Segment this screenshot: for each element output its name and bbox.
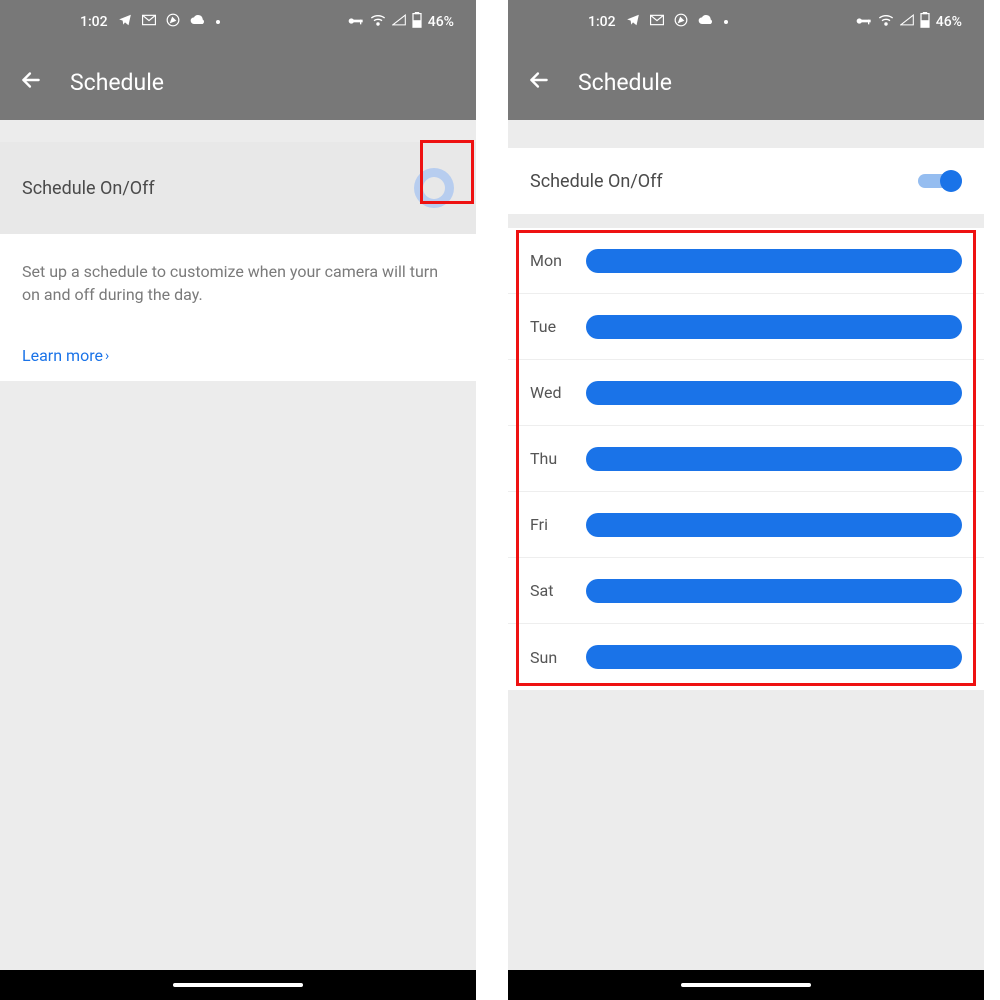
wifi-icon xyxy=(878,14,894,30)
nav-bar[interactable] xyxy=(0,970,476,1000)
telegram-icon xyxy=(118,13,132,31)
telegram-icon xyxy=(626,13,640,31)
divider xyxy=(508,214,984,228)
learn-more-link[interactable]: Learn more › xyxy=(22,346,454,365)
day-label: Mon xyxy=(530,251,570,270)
schedule-toggle-label: Schedule On/Off xyxy=(530,171,663,192)
day-row-mon[interactable]: Mon xyxy=(508,228,984,294)
status-left: 1:02 xyxy=(588,13,728,31)
day-bar[interactable] xyxy=(586,249,962,273)
day-bar[interactable] xyxy=(586,381,962,405)
day-bar[interactable] xyxy=(586,513,962,537)
day-bar[interactable] xyxy=(586,315,962,339)
day-label: Thu xyxy=(530,449,570,468)
gmail-icon xyxy=(142,14,156,30)
phone-left: 1:02 xyxy=(0,0,476,1000)
day-row-thu[interactable]: Thu xyxy=(508,426,984,492)
content-right: Schedule On/Off Mon Tue Wed xyxy=(508,120,984,970)
gmail-icon xyxy=(650,14,664,30)
schedule-description: Set up a schedule to customize when your… xyxy=(22,260,454,306)
back-button[interactable] xyxy=(526,67,552,97)
compass-icon xyxy=(674,13,688,31)
day-label: Wed xyxy=(530,383,570,402)
schedule-toggle-row[interactable]: Schedule On/Off xyxy=(0,142,476,234)
schedule-toggle-on[interactable] xyxy=(918,170,962,192)
day-bar[interactable] xyxy=(586,447,962,471)
day-row-tue[interactable]: Tue xyxy=(508,294,984,360)
day-label: Fri xyxy=(530,515,570,534)
signal-icon xyxy=(900,14,914,30)
day-label: Sun xyxy=(530,648,570,667)
status-time: 1:02 xyxy=(80,14,108,30)
app-bar: Schedule xyxy=(0,44,476,120)
status-battery: 46% xyxy=(936,14,962,30)
battery-icon xyxy=(920,12,930,32)
back-button[interactable] xyxy=(18,67,44,97)
day-bar[interactable] xyxy=(586,645,962,669)
status-time: 1:02 xyxy=(588,14,616,30)
status-right: 46% xyxy=(348,12,454,32)
day-row-sat[interactable]: Sat xyxy=(508,558,984,624)
page-title: Schedule xyxy=(70,69,164,96)
key-icon xyxy=(856,14,872,30)
nav-bar[interactable] xyxy=(508,970,984,1000)
chevron-right-icon: › xyxy=(105,348,109,364)
empty-area xyxy=(0,381,476,970)
phone-right: 1:02 xyxy=(508,0,984,1000)
cloud-icon xyxy=(190,14,206,30)
status-bar: 1:02 xyxy=(508,0,984,44)
day-row-fri[interactable]: Fri xyxy=(508,492,984,558)
page-title: Schedule xyxy=(578,69,672,96)
nav-pill[interactable] xyxy=(681,983,811,987)
status-battery: 46% xyxy=(428,14,454,30)
battery-icon xyxy=(412,12,422,32)
learn-more-text: Learn more xyxy=(22,346,103,365)
signal-icon xyxy=(392,14,406,30)
dot-icon xyxy=(724,20,728,24)
key-icon xyxy=(348,14,364,30)
app-bar: Schedule xyxy=(508,44,984,120)
cloud-icon xyxy=(698,14,714,30)
empty-area xyxy=(508,690,984,970)
schedule-toggle-label: Schedule On/Off xyxy=(22,178,155,199)
schedule-toggle-row[interactable]: Schedule On/Off xyxy=(508,148,984,214)
dot-icon xyxy=(216,20,220,24)
day-label: Tue xyxy=(530,317,570,336)
content-left: Schedule On/Off Set up a schedule to cus… xyxy=(0,120,476,970)
wifi-icon xyxy=(370,14,386,30)
day-bar[interactable] xyxy=(586,579,962,603)
day-row-wed[interactable]: Wed xyxy=(508,360,984,426)
day-label: Sat xyxy=(530,581,570,600)
status-right: 46% xyxy=(856,12,962,32)
description-block: Set up a schedule to customize when your… xyxy=(0,234,476,381)
status-bar: 1:02 xyxy=(0,0,476,44)
status-left: 1:02 xyxy=(80,13,220,31)
day-row-sun[interactable]: Sun xyxy=(508,624,984,690)
compass-icon xyxy=(166,13,180,31)
nav-pill[interactable] xyxy=(173,983,303,987)
schedule-toggle-off[interactable] xyxy=(414,168,454,208)
week-schedule: Mon Tue Wed Thu Fri xyxy=(508,228,984,690)
